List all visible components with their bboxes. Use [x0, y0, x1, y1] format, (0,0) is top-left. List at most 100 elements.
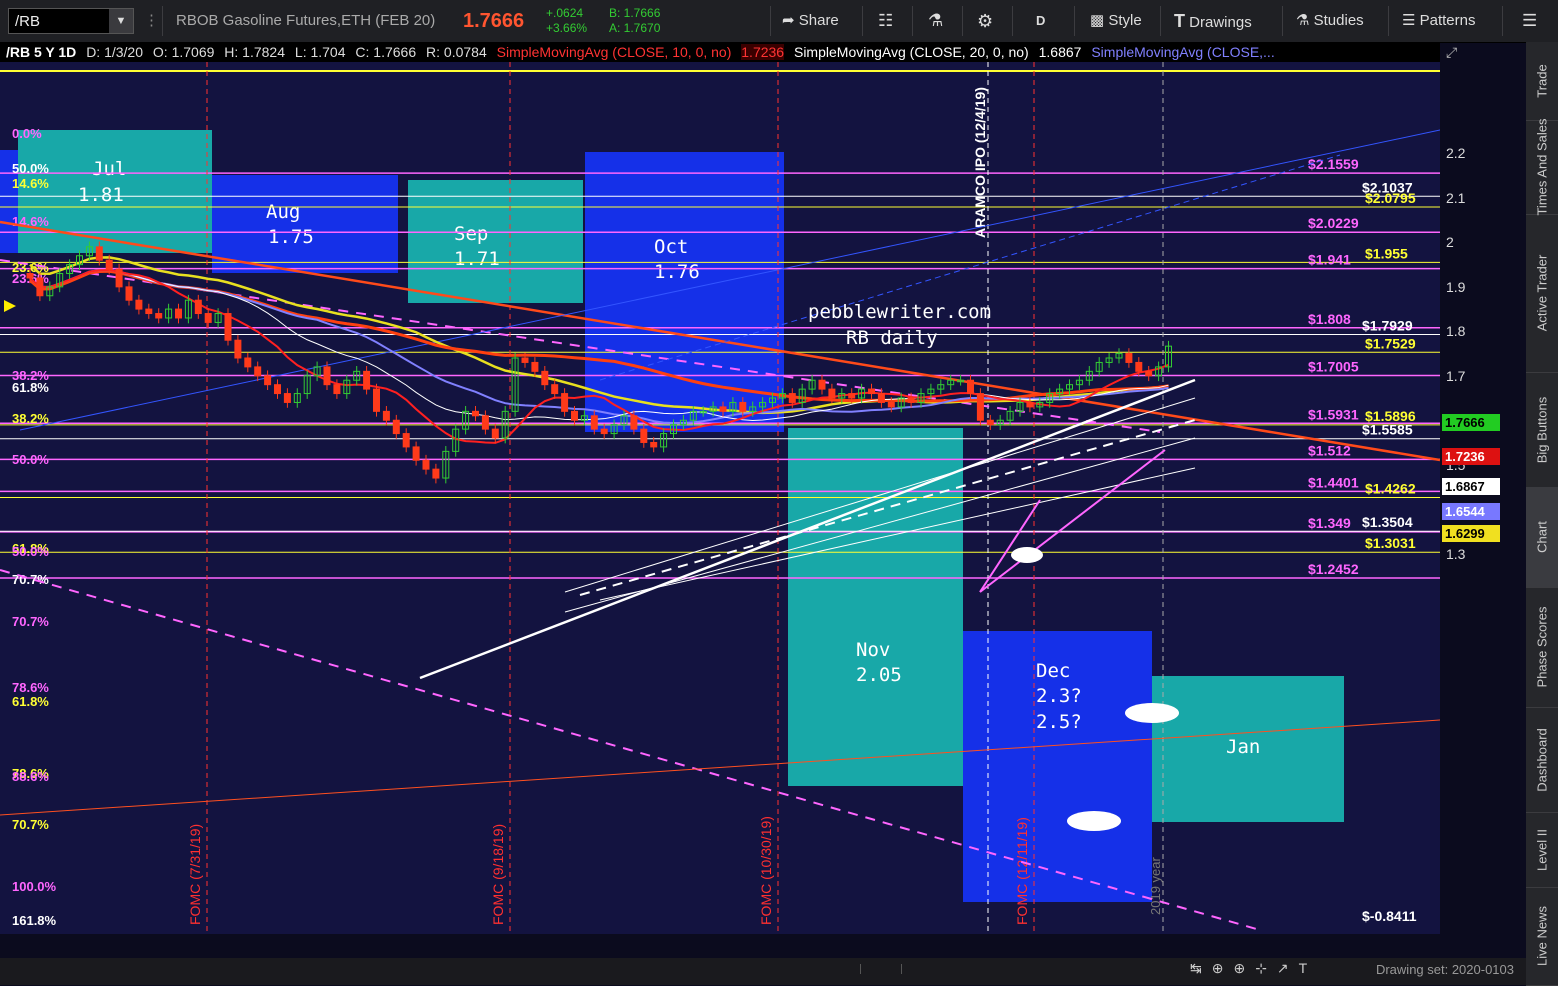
studies-button[interactable]: ⚗ Studies [1296, 0, 1364, 42]
gear-icon[interactable]: ⚙ [977, 0, 993, 42]
candle-body [877, 393, 885, 403]
fib-percent-label: 100.0% [12, 879, 57, 894]
candle-body [630, 415, 638, 430]
fomc-label: FOMC (10/30/19) [758, 816, 774, 925]
side-tab-dashboard[interactable]: Dashboard [1526, 707, 1558, 813]
style-icon: ▩ [1090, 12, 1105, 29]
y-tick-label: 2.1 [1446, 189, 1466, 206]
chart-tool-icons[interactable]: ↹⊕⊕⊹↗T [1190, 960, 1317, 977]
chart-area[interactable]: Jul 1.81 Aug 1.75 Sep 1.71 Oct 1.76 Nov 2.05 Dec 2.… [0, 62, 1440, 934]
chevron-down-icon[interactable]: ▼ [109, 9, 133, 33]
y-tick-label: 1.9 [1446, 278, 1466, 295]
fib-percent-label: 14.6% [12, 176, 49, 191]
candle-body [204, 313, 212, 323]
candle-body [363, 370, 371, 390]
fomc-label: FOMC (9/18/19) [490, 824, 506, 925]
text-tool-icon: T [1174, 11, 1185, 31]
side-tab-trade[interactable]: Trade [1526, 42, 1558, 121]
side-tab-phase-scores[interactable]: Phase Scores [1526, 587, 1558, 708]
fomc-label: FOMC (12/11/19) [1014, 817, 1030, 925]
price-tag: 1.7236 [1442, 448, 1500, 465]
chart-title: pebblewriter.com [808, 301, 991, 323]
fib-price-label: $1.5931 [1308, 406, 1359, 422]
candle-body [967, 379, 974, 395]
fib-price-label: $1.4401 [1308, 474, 1359, 490]
candle-body [333, 384, 341, 395]
candle-body [145, 308, 153, 315]
y-tick-label: 1.3 [1446, 545, 1466, 562]
last-price: 1.7666 [463, 10, 525, 32]
info-range: R: 0.0784 [426, 44, 487, 60]
candle-body [1125, 353, 1133, 363]
month-value: 1.76 [654, 261, 700, 283]
chart-symbol-label: /RB 5 Y 1D [6, 44, 77, 60]
candle-body [719, 406, 727, 412]
month-value: 1.75 [268, 226, 314, 248]
fib-price-label: $1.349 [1308, 515, 1351, 531]
side-tabs: Trade Times And Sales Active Trader Big But… [1526, 42, 1558, 986]
month-value: 2.05 [856, 664, 902, 686]
menu-icon[interactable]: ☰ [1522, 0, 1537, 42]
info-high: H: 1.7824 [224, 44, 286, 60]
highlight-marker [1011, 547, 1043, 563]
side-tab-active-trader[interactable]: Active Trader [1526, 214, 1558, 373]
fib-percent-label: 38.2% [12, 411, 49, 426]
candle-body [472, 410, 479, 417]
symbol-input[interactable]: /RB ▼ [8, 8, 134, 34]
share-icon: ➦ [782, 12, 795, 29]
bid-ask: B: 1.7666 A: 1.7670 [609, 6, 661, 35]
fib-percent-label: 78.6% [12, 680, 49, 695]
candle-body [481, 415, 489, 430]
fomc-label: FOMC (7/31/19) [187, 824, 203, 925]
candle-body [373, 388, 380, 412]
collapse-icon[interactable]: ⤢ [1446, 44, 1457, 61]
candle-body [590, 415, 598, 430]
info-open: O: 1.7069 [152, 44, 215, 60]
month-label: Aug [266, 201, 300, 223]
fib-percent-label: 88.6% [12, 769, 49, 784]
fib-price-label: $2.1559 [1308, 156, 1359, 172]
side-tab-times-and-sales[interactable]: Times And Sales [1526, 118, 1558, 216]
link-icon[interactable]: ⋮ [144, 0, 159, 42]
fib-price-label: $1.941 [1308, 252, 1351, 268]
share-button[interactable]: ➦ Share [782, 0, 839, 42]
fib-price-label: $1.4262 [1365, 481, 1416, 497]
style-button[interactable]: ▩ Style [1090, 0, 1142, 42]
month-value: 2.3? [1036, 685, 1082, 707]
fib-price-label: $1.7529 [1365, 335, 1416, 351]
drawing-set-label: Drawing set: 2020-0103 [1375, 962, 1514, 977]
fib-price-label: $1.955 [1365, 245, 1408, 261]
month-label: Dec [1036, 660, 1070, 682]
candle-body [561, 393, 569, 412]
drawings-button[interactable]: T Drawings [1174, 0, 1252, 42]
candle-body [422, 459, 430, 470]
highlight-marker [1125, 703, 1179, 723]
month-label: Sep [454, 223, 488, 245]
fib-price-label: $1.3031 [1365, 535, 1416, 551]
side-tab-big-buttons[interactable]: Big Buttons [1526, 372, 1558, 488]
candle-body [739, 401, 747, 412]
month-value: 1.71 [454, 248, 500, 270]
fib-percent-label: 70.7% [12, 817, 49, 832]
sma-more-label: SimpleMovingAvg (CLOSE,... [1091, 44, 1275, 60]
chart-svg: Jul 1.81 Aug 1.75 Sep 1.71 Oct 1.76 Nov 2.05 Dec 2.… [0, 62, 1440, 934]
y-tick-label: 2.2 [1446, 145, 1466, 162]
y-tick-label: 1.7 [1446, 367, 1466, 384]
notes-icon[interactable]: ☷ [878, 0, 893, 42]
sma10-value: 1.7236 [741, 44, 785, 60]
side-tab-chart[interactable]: Chart [1526, 487, 1558, 588]
y-tick-label: 2 [1446, 234, 1454, 251]
month-label: Jan [1226, 736, 1260, 758]
scroll-thumb[interactable] [860, 964, 902, 974]
patterns-button[interactable]: ☰ Patterns [1402, 0, 1476, 42]
candle-body [887, 401, 895, 408]
candle-body [491, 428, 499, 439]
period-button[interactable]: D [1036, 0, 1045, 42]
candle-body [115, 268, 123, 288]
side-tab-level-ii[interactable]: Level II [1526, 812, 1558, 888]
candle-body [135, 299, 143, 310]
candle-body [571, 410, 578, 421]
fib-price-label: $1.2452 [1308, 561, 1359, 577]
side-tab-live-news[interactable]: Live News [1526, 887, 1558, 986]
flask-icon[interactable]: ⚗ [928, 0, 943, 42]
